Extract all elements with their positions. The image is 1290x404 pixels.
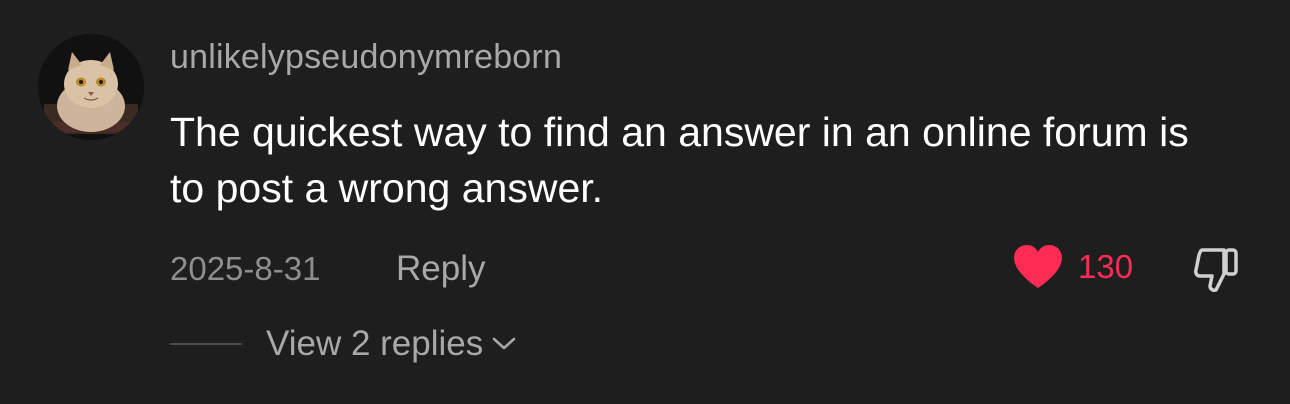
like-count: 130: [1078, 248, 1134, 285]
reply-button[interactable]: Reply: [396, 249, 485, 289]
comment-date: 2025-8-31: [170, 250, 321, 287]
thumbs-down-icon: [1194, 248, 1238, 292]
chevron-down-icon: [492, 337, 516, 350]
username[interactable]: unlikelypseudonymreborn: [170, 38, 562, 77]
comment-text: The quickest way to find an answer in an…: [170, 109, 1189, 211]
comment-item: unlikelypseudonymreborn The quickest way…: [0, 0, 1290, 404]
like-button[interactable]: 130: [1012, 244, 1133, 290]
dislike-button[interactable]: [1192, 246, 1242, 294]
avatar[interactable]: [38, 34, 144, 140]
replies-divider: [170, 343, 242, 345]
heart-icon: [1012, 244, 1064, 290]
cat-avatar-icon: [38, 34, 144, 140]
view-replies-button[interactable]: View 2 replies: [170, 324, 517, 364]
view-replies-label: View 2 replies: [266, 324, 484, 363]
